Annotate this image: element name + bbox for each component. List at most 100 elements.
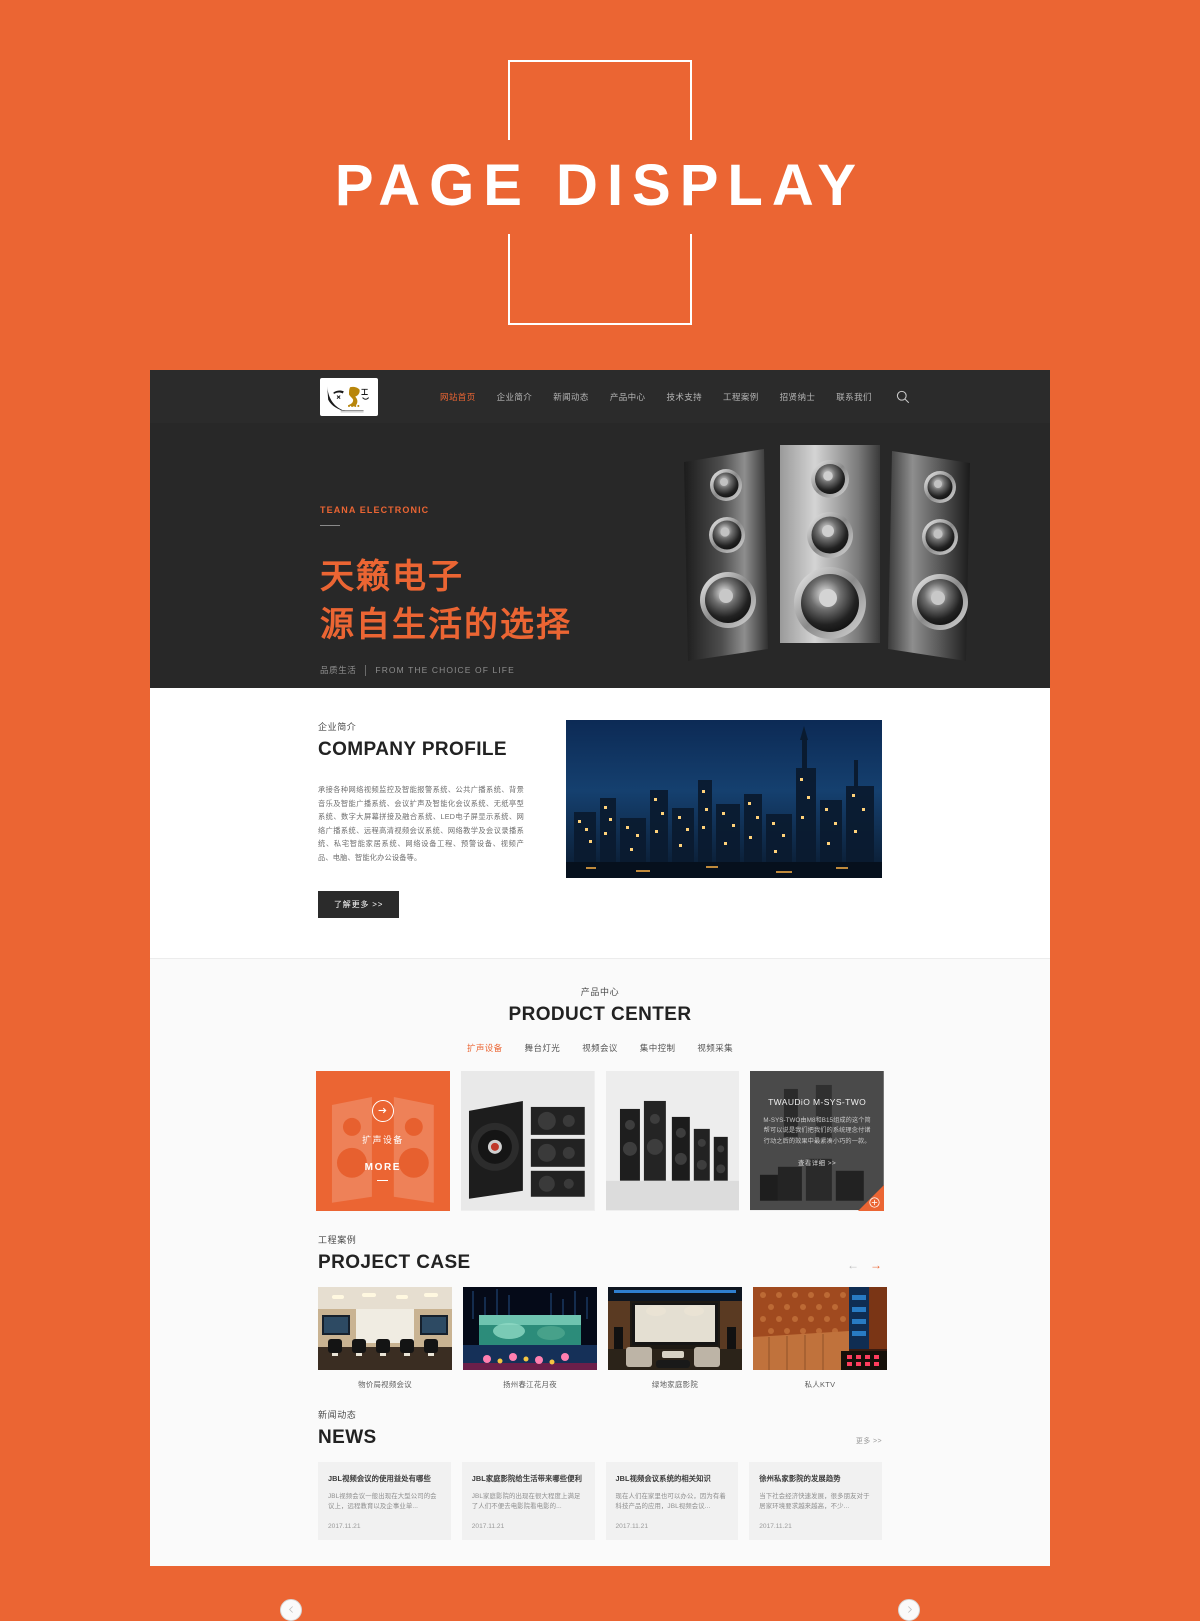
profile-body-text: 承接各种网络视频监控及智能报警系统、公共广播系统、背景音乐及智能广播系统、会议扩…: [318, 785, 524, 862]
city-skyline-image: [566, 720, 882, 878]
chevron-right-icon: [907, 1606, 912, 1613]
news-date-4: 2017.11.21: [759, 1522, 792, 1530]
news-card-2[interactable]: JBL家庭影院给生活带来哪些便利 JBL家庭影院的出现在很大程度上满足了人们不便…: [461, 1461, 595, 1540]
case-prev-arrow-icon[interactable]: ←: [847, 1259, 859, 1271]
case-item-2[interactable]: 扬州春江花月夜: [463, 1286, 597, 1390]
nav-item-careers[interactable]: 招贤纳士: [780, 391, 816, 403]
news-title-1: JBL视频会议的使用益处有哪些: [328, 1473, 431, 1483]
news-desc-2: JBL家庭影院的出现在很大程度上满足了人们不便去电影院看电影的...: [471, 1492, 581, 1510]
product-section-label-zh: 产品中心: [580, 986, 620, 997]
stage-led-water-show-image: [463, 1286, 597, 1370]
nav-item-home[interactable]: 网站首页: [440, 391, 476, 403]
project-case-heading: 工程案例 PROJECT CASE ← →: [318, 1233, 882, 1274]
profile-photo: [566, 720, 882, 878]
speaker-towers-image: [664, 437, 1004, 672]
case-item-4[interactable]: 私人KTV: [753, 1286, 887, 1390]
nav-item-products[interactable]: 产品中心: [610, 391, 646, 403]
product-card-featured-more: MORE: [364, 1161, 402, 1173]
project-case-row: 物价局视频会议 扬州春江花月夜 绿地家庭影院 私人KTV: [318, 1286, 887, 1390]
site-header: 网站首页 企业简介 新闻动态 产品中心 技术支持 工程案例 招贤纳士 联系我们: [150, 370, 1050, 423]
case-thumb-home-theater: [608, 1286, 742, 1370]
news-labels: 新闻动态 NEWS: [318, 1408, 377, 1449]
news-card-1[interactable]: JBL视频会议的使用益处有哪些 JBL视频会议一般出现在大型公司的会议上，远程教…: [318, 1461, 451, 1540]
subwoofer-line-array-image: [460, 1070, 595, 1211]
case-section-label-zh: 工程案例: [318, 1234, 357, 1245]
company-profile-text: 企业简介 COMPANY PROFILE 承接各种网络视频监控及智能报警系统、公…: [318, 720, 524, 918]
news-desc-1: JBL视频会议一般出现在大型公司的会议上，远程教育以及企事业单...: [328, 1492, 437, 1510]
news-desc-3: 现在人们在家里也可以办公，因为有着科技产品的应用，JBL视频会议...: [615, 1492, 726, 1510]
case-thumb-ktv: [753, 1286, 887, 1370]
hero-headline-line2: 源自生活的选择: [320, 606, 572, 644]
product-carousel-prev[interactable]: [280, 1598, 302, 1621]
news-title-2: JBL家庭影院给生活带来哪些便利: [471, 1473, 582, 1483]
chevron-left-icon: [288, 1606, 293, 1613]
product-card-featured[interactable]: 扩声设备 MORE: [316, 1070, 450, 1211]
case-caption-4: 私人KTV: [804, 1379, 836, 1389]
hero-headline-line1: 天籁电子: [320, 558, 464, 596]
product-card-detail-title: TWAUDiO M-SYS-TWO: [768, 1096, 867, 1107]
site-logo[interactable]: [320, 377, 378, 416]
profile-section-label-en: COMPANY PROFILE: [318, 739, 507, 760]
nav-item-contact[interactable]: 联系我们: [836, 391, 872, 403]
case-thumb-conference-room: [318, 1286, 452, 1370]
news-section-label-zh: 新闻动态: [318, 1409, 357, 1420]
news-card-4[interactable]: 徐州私家影院的发展趋势 当下社会经济快速发展，很多朋友对于居家环境要求越来越高，…: [749, 1461, 882, 1540]
tab-pa-equipment[interactable]: 扩声设备: [467, 1042, 503, 1054]
product-card-detail[interactable]: TWAUDiO M-SYS-TWO M-SYS-TWO由M8和B15组成的这个简…: [750, 1070, 884, 1211]
conference-room-image: [318, 1286, 452, 1370]
news-more-link[interactable]: 更多 >>: [856, 1436, 882, 1449]
arrow-right-circle-icon: [371, 1099, 394, 1122]
profile-learn-more-button[interactable]: 了解更多 >>: [318, 890, 400, 918]
case-item-1[interactable]: 物价局视频会议: [318, 1286, 452, 1390]
news-card-3[interactable]: JBL视频会议系统的相关知识 现在人们在家里也可以办公，因为有着科技产品的应用，…: [605, 1461, 739, 1540]
search-icon[interactable]: [896, 390, 910, 404]
banner-title: PAGE DISPLAY: [334, 153, 866, 218]
primary-navigation: 网站首页 企业简介 新闻动态 产品中心 技术支持 工程案例 招贤纳士 联系我们: [440, 391, 872, 403]
news-date-3: 2017.11.21: [615, 1522, 649, 1530]
product-card-3[interactable]: [605, 1070, 740, 1211]
product-card-detail-link[interactable]: 查看详细 >>: [761, 1158, 873, 1167]
case-next-arrow-icon[interactable]: →: [870, 1259, 882, 1271]
tab-video-conference[interactable]: 视频会议: [582, 1042, 618, 1054]
product-card-row: 扩声设备 MORE TWAUDiO M-SYS-TWO M-SYS-TWO由M8…: [316, 1070, 884, 1211]
hero-subline: 品质生活 FROM THE CHOICE OF LIFE: [320, 664, 620, 676]
product-center-heading: 产品中心 PRODUCT CENTER: [150, 985, 1050, 1026]
product-card-2[interactable]: [460, 1070, 595, 1211]
product-card-featured-category: 扩声设备: [362, 1134, 404, 1145]
logo-calligraphy-icon: [327, 385, 370, 412]
hero-divider: [320, 525, 340, 526]
news-title-4: 徐州私家影院的发展趋势: [759, 1473, 841, 1483]
news-date-2: 2017.11.21: [471, 1522, 505, 1530]
tab-video-capture[interactable]: 视频采集: [697, 1042, 733, 1054]
nav-item-company-profile[interactable]: 企业简介: [497, 391, 533, 403]
product-carousel-next[interactable]: [898, 1598, 920, 1621]
hero-copy: TEANA ELECTRONIC 天籁电子 源自生活的选择 品质生活 FROM …: [320, 505, 620, 676]
case-section-label-en: PROJECT CASE: [318, 1251, 471, 1273]
case-caption-2: 扬州春江花月夜: [503, 1379, 557, 1389]
hero-sub-separator: [365, 664, 367, 676]
project-case-section: 工程案例 PROJECT CASE ← → 物价局视频会议 扬州春江花月夜 绿地…: [150, 1210, 1050, 1390]
hero-sub-zh: 品质生活: [320, 665, 357, 675]
company-profile-section: 企业简介 COMPANY PROFILE 承接各种网络视频监控及智能报警系统、公…: [150, 688, 1050, 959]
website-mockup: 网站首页 企业简介 新闻动态 产品中心 技术支持 工程案例 招贤纳士 联系我们 …: [150, 370, 1050, 1621]
profile-section-label-zh: 企业简介: [318, 722, 357, 732]
nav-item-support[interactable]: 技术支持: [666, 391, 702, 403]
product-card-featured-dash: [377, 1179, 389, 1182]
plus-circle-icon[interactable]: [869, 1196, 880, 1208]
private-ktv-image: [753, 1286, 887, 1370]
case-thumb-stage-show: [463, 1286, 597, 1370]
nav-item-news[interactable]: 新闻动态: [553, 391, 589, 403]
case-item-3[interactable]: 绿地家庭影院: [608, 1286, 742, 1390]
hero-sub-en: FROM THE CHOICE OF LIFE: [375, 665, 515, 675]
product-card-detail-desc: M-SYS-TWO由M8和B15组成的这个简帮可以说是我们把我们的系统理念付诸行…: [763, 1116, 871, 1145]
tab-central-control[interactable]: 集中控制: [640, 1042, 676, 1054]
project-case-labels: 工程案例 PROJECT CASE: [318, 1233, 471, 1274]
nav-item-cases[interactable]: 工程案例: [723, 391, 759, 403]
product-section-label-en: PRODUCT CENTER: [508, 1003, 692, 1025]
news-date-1: 2017.11.21: [328, 1522, 361, 1530]
tab-stage-lighting[interactable]: 舞台灯光: [525, 1042, 561, 1054]
product-category-tabs: 扩声设备 舞台灯光 视频会议 集中控制 视频采集: [150, 1042, 1050, 1054]
page-display-banner: PAGE DISPLAY: [0, 0, 1200, 370]
product-center-section: 产品中心 PRODUCT CENTER 扩声设备 舞台灯光 视频会议 集中控制 …: [150, 958, 1050, 1621]
hero-eyebrow: TEANA ELECTRONIC: [320, 505, 430, 515]
